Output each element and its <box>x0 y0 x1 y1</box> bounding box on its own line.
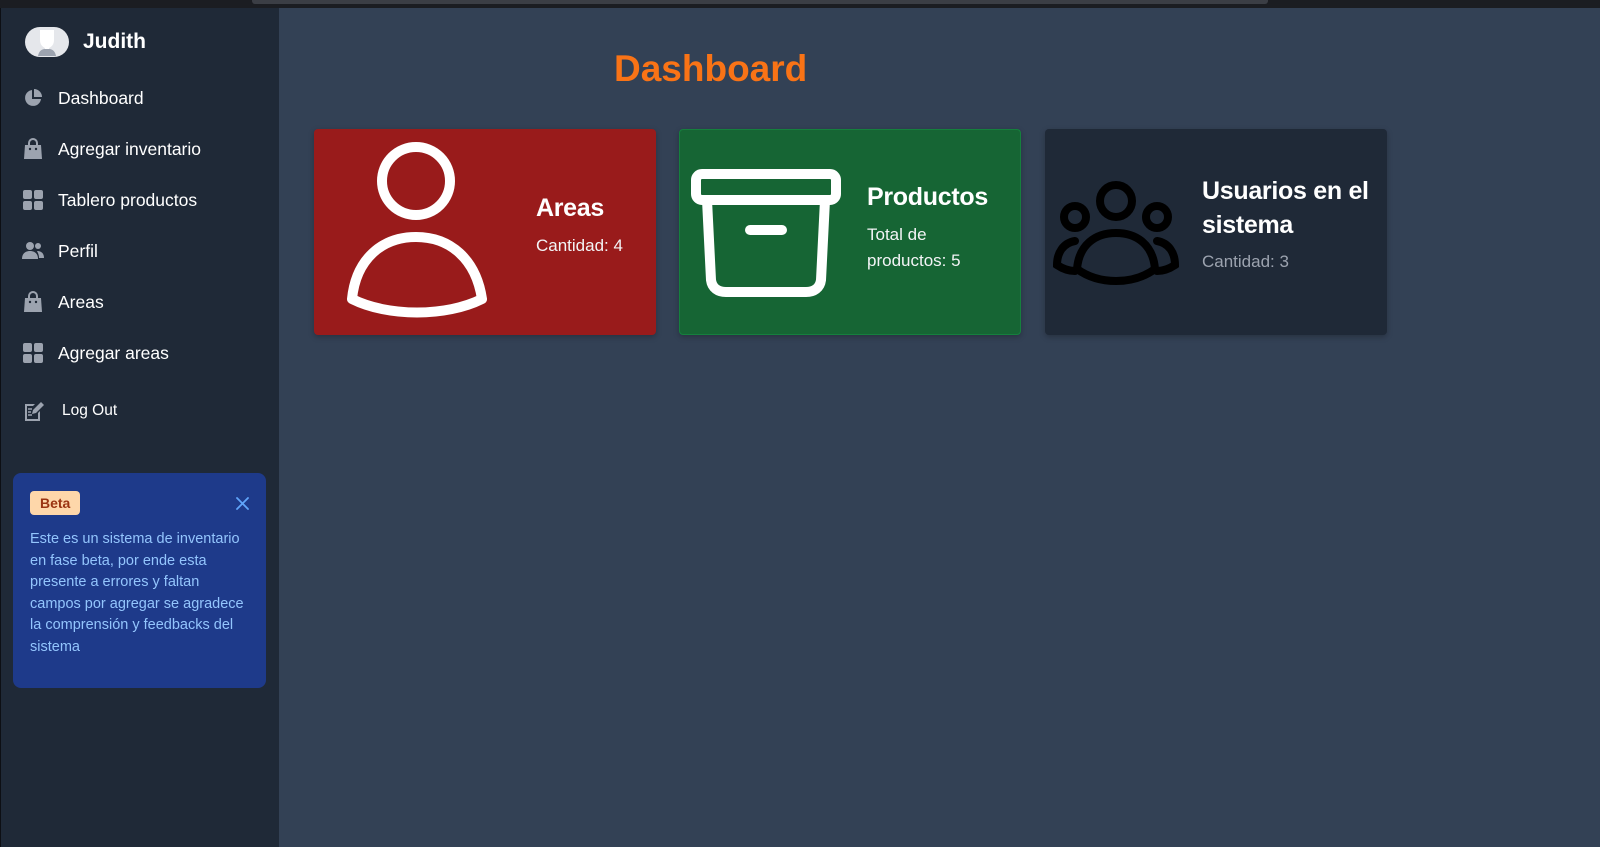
close-icon[interactable] <box>232 493 252 513</box>
card-title: Productos <box>867 183 988 211</box>
sidebar-item-label: Agregar areas <box>58 342 169 363</box>
user-group-icon <box>1053 181 1179 285</box>
beta-notice: Beta Este es un sistema de inventario en… <box>13 473 266 688</box>
sidebar-item-label: Areas <box>58 291 104 312</box>
page-title: Dashboard <box>614 48 808 89</box>
card-title: Usuarios en el sistema <box>1202 177 1369 239</box>
sidebar-item-label: Log Out <box>62 402 118 419</box>
sidebar-item-perfil[interactable]: Perfil <box>21 233 261 269</box>
avatar-silhouette-icon <box>38 30 56 56</box>
sidebar-item-agregar-inventario[interactable]: Agregar inventario <box>21 131 261 167</box>
sidebar-item-label: Tablero productos <box>58 189 198 210</box>
sidebar-item-areas[interactable]: Areas <box>21 284 261 320</box>
users-icon <box>21 239 45 263</box>
sidebar-item-label: Perfil <box>58 240 98 261</box>
user-icon <box>347 142 487 318</box>
card-productos[interactable]: Productos Total de productos: 5 <box>679 129 1021 335</box>
pie-chart-icon <box>21 86 45 110</box>
shopping-bag-icon <box>21 290 45 314</box>
card-title: Areas <box>536 194 604 222</box>
sidebar-item-log-out[interactable]: Log Out <box>21 393 261 429</box>
grid-icon <box>21 188 45 212</box>
card-areas[interactable]: Areas Cantidad: 4 <box>314 129 656 335</box>
shopping-bag-icon <box>21 137 45 161</box>
sidebar-item-dashboard[interactable]: Dashboard <box>21 80 261 116</box>
user-name: Judith <box>83 30 146 53</box>
edit-document-icon <box>21 399 45 423</box>
user-profile[interactable]: Judith <box>25 26 146 58</box>
window-top-strip <box>252 0 1268 4</box>
card-subtitle: Cantidad: 4 <box>536 236 623 255</box>
archive-box-icon <box>691 169 841 297</box>
sidebar-item-label: Agregar inventario <box>58 138 201 159</box>
beta-badge: Beta <box>30 491 81 515</box>
beta-message: Este es un sistema de inventario en fase… <box>30 531 244 655</box>
avatar <box>25 27 69 57</box>
sidebar-item-tablero-productos[interactable]: Tablero productos <box>21 182 261 218</box>
grid-icon <box>21 341 45 365</box>
card-subtitle: Cantidad: 3 <box>1202 252 1289 271</box>
sidebar: Judith Dashboard Agregar inventario Tabl… <box>1 8 279 847</box>
sidebar-item-label: Dashboard <box>58 87 144 108</box>
card-usuarios[interactable]: Usuarios en el sistema Cantidad: 3 <box>1045 129 1387 335</box>
sidebar-item-agregar-areas[interactable]: Agregar areas <box>21 335 261 371</box>
main-content: Dashboard Areas Cantidad: 4 Productos To… <box>279 8 1600 847</box>
card-subtitle: Total de productos: 5 <box>867 225 961 270</box>
window-top-bar <box>0 0 1600 8</box>
